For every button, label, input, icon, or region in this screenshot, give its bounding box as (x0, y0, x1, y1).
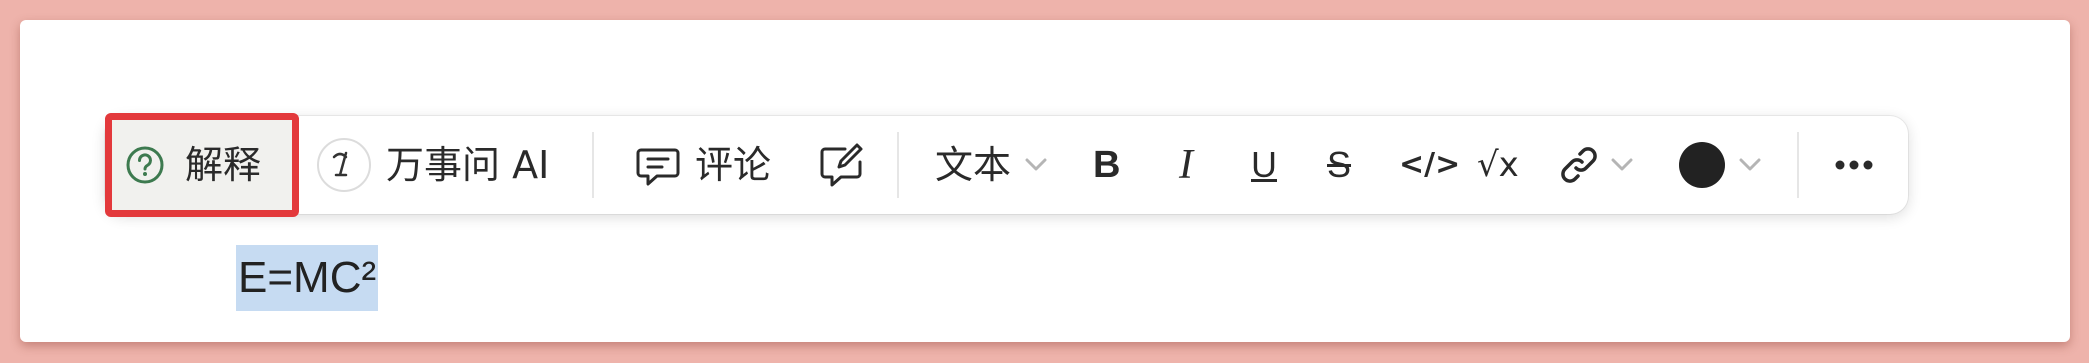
color-swatch (1679, 142, 1725, 188)
strikethrough-icon: S (1327, 144, 1352, 185)
link-dropdown[interactable] (1557, 116, 1633, 214)
math-icon: √x (1477, 145, 1519, 185)
selection-toolbar: 解释 万事问 AI 评论 文本 B I U S </> √x (105, 113, 1908, 217)
editor-window: 解释 万事问 AI 评论 文本 B I U S </> √x E=MC² (20, 20, 2070, 342)
italic-icon: I (1179, 142, 1193, 188)
divider (1797, 132, 1799, 198)
chevron-down-icon (1025, 158, 1047, 172)
inline-code-button[interactable]: </> (1399, 116, 1460, 214)
divider (897, 132, 899, 198)
italic-button[interactable]: I (1179, 116, 1193, 214)
chevron-down-icon (1611, 158, 1633, 172)
explain-button[interactable]: 解释 (125, 116, 261, 214)
ai-button[interactable]: 万事问 AI (316, 116, 549, 214)
comment-bubble-icon (635, 142, 681, 188)
ai-label: 万事问 AI (386, 143, 550, 187)
underline-button[interactable]: U (1251, 116, 1277, 214)
question-circle-icon (125, 145, 165, 185)
more-horizontal-icon (1834, 159, 1874, 171)
selected-equation-text[interactable]: E=MC² (236, 245, 379, 311)
math-equation-button[interactable]: √x (1477, 116, 1519, 214)
underline-icon: U (1251, 144, 1277, 185)
edit-bubble-icon (817, 141, 865, 189)
suggest-edit-button[interactable] (817, 116, 865, 214)
link-icon (1557, 143, 1601, 187)
comment-label: 评论 (695, 143, 772, 187)
bold-button[interactable]: B (1093, 116, 1120, 214)
chevron-down-icon (1739, 158, 1761, 172)
text-style-label: 文本 (935, 143, 1012, 187)
text-color-dropdown[interactable] (1679, 116, 1761, 214)
divider (592, 132, 594, 198)
bold-icon: B (1093, 144, 1121, 186)
code-icon: </> (1399, 147, 1461, 182)
comment-button[interactable]: 评论 (635, 116, 771, 214)
ai-assistant-icon (316, 137, 372, 193)
strikethrough-button[interactable]: S (1327, 116, 1351, 214)
text-style-dropdown[interactable]: 文本 (935, 116, 1047, 214)
explain-label: 解释 (185, 143, 262, 187)
more-button[interactable] (1834, 116, 1874, 214)
